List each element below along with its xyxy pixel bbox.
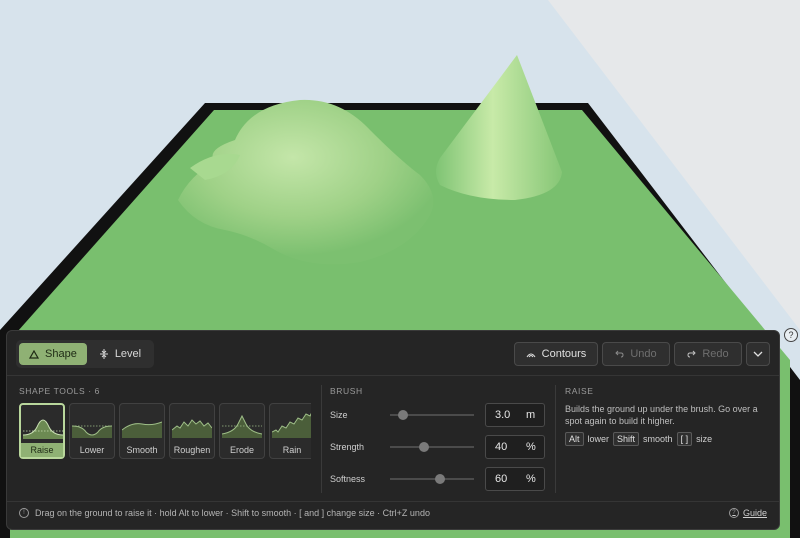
redo-button[interactable]: Redo bbox=[674, 342, 742, 366]
mode-level-label: Level bbox=[114, 348, 142, 360]
size-slider-thumb[interactable] bbox=[398, 410, 409, 420]
tool-lower-label: Lower bbox=[79, 445, 105, 455]
status-text: Drag on the ground to raise it · hold Al… bbox=[35, 508, 430, 518]
raise-icon bbox=[23, 419, 63, 439]
tool-roughen[interactable]: Roughen bbox=[169, 403, 215, 459]
shape-tools-title: SHAPE TOOLS · 6 bbox=[19, 386, 100, 396]
contours-button[interactable]: Contours bbox=[514, 342, 598, 366]
question-icon: ? bbox=[728, 508, 739, 518]
strength-value: 40 bbox=[495, 441, 508, 453]
status-bar: ! Drag on the ground to raise it · hold … bbox=[19, 508, 430, 518]
strength-label: Strength bbox=[330, 442, 365, 452]
key-alt: Alt bbox=[565, 432, 584, 446]
section-divider bbox=[555, 385, 556, 493]
lower-icon bbox=[72, 425, 112, 438]
strength-unit: % bbox=[526, 441, 536, 453]
strength-row: Strength 40% bbox=[330, 435, 545, 459]
roughen-icon bbox=[172, 419, 212, 438]
mode-switcher: Shape Level bbox=[16, 340, 155, 368]
tool-smooth[interactable]: Smooth bbox=[119, 403, 165, 459]
triangle-icon bbox=[29, 349, 39, 359]
size-field[interactable]: 3.0 m bbox=[485, 403, 545, 427]
softness-field[interactable]: 60% bbox=[485, 467, 545, 491]
strength-slider-thumb[interactable] bbox=[418, 442, 429, 452]
softness-unit: % bbox=[526, 473, 536, 485]
key-brackets: [ ] bbox=[676, 432, 693, 446]
info-icon: ! bbox=[19, 508, 29, 518]
key-shift: Shift bbox=[613, 432, 640, 446]
strength-field[interactable]: 40% bbox=[485, 435, 545, 459]
shortcut-hints: Alt lower Shift smooth [ ] size bbox=[565, 432, 712, 446]
softness-row: Softness 60% bbox=[330, 467, 545, 491]
help-icon[interactable]: ? bbox=[784, 328, 798, 342]
shape-tools-list: Raise Lower Smooth Roughen Erode Rain bbox=[19, 403, 311, 459]
tool-rain[interactable]: Rain bbox=[269, 403, 311, 459]
tool-raise[interactable]: Raise bbox=[19, 403, 65, 459]
tool-smooth-label: Smooth bbox=[126, 445, 158, 455]
size-unit: m bbox=[526, 409, 536, 421]
undo-button[interactable]: Undo bbox=[602, 342, 670, 366]
undo-label: Undo bbox=[630, 348, 657, 360]
size-label: Size bbox=[330, 410, 348, 420]
size-slider[interactable] bbox=[390, 410, 474, 420]
more-button[interactable] bbox=[746, 342, 770, 366]
divider bbox=[7, 501, 779, 502]
softness-label: Softness bbox=[330, 474, 366, 484]
softness-slider-thumb[interactable] bbox=[435, 474, 446, 484]
tool-raise-label: Raise bbox=[21, 443, 63, 457]
redo-label: Redo bbox=[702, 348, 729, 360]
brush-title: BRUSH bbox=[330, 386, 363, 396]
softness-value: 60 bbox=[495, 473, 508, 485]
guide-label: Guide bbox=[742, 508, 767, 518]
divider bbox=[7, 375, 779, 376]
mode-shape[interactable]: Shape bbox=[19, 343, 87, 365]
smooth-icon bbox=[122, 421, 162, 438]
tool-roughen-label: Roughen bbox=[173, 445, 211, 455]
sculpt-panel: Shape Level Contours Undo Redo SHAPE TOO… bbox=[6, 330, 780, 530]
contours-label: Contours bbox=[541, 348, 587, 360]
tool-erode-label: Erode bbox=[229, 445, 255, 455]
size-value: 3.0 bbox=[495, 409, 511, 421]
mode-shape-label: Shape bbox=[45, 348, 77, 360]
undo-icon bbox=[615, 350, 624, 358]
redo-icon bbox=[687, 350, 697, 358]
raise-title: RAISE bbox=[565, 386, 594, 396]
softness-slider[interactable] bbox=[390, 474, 474, 484]
size-row: Size 3.0 m bbox=[330, 403, 545, 427]
contours-icon bbox=[526, 353, 536, 357]
guide-link[interactable]: ? Guide bbox=[728, 508, 767, 518]
strength-slider[interactable] bbox=[390, 442, 474, 452]
key-brackets-desc: size bbox=[696, 434, 713, 444]
raise-description: Builds the ground up under the brush. Go… bbox=[565, 404, 758, 426]
mode-level[interactable]: Level bbox=[89, 343, 151, 365]
erode-icon bbox=[222, 414, 262, 438]
chevron-down-icon bbox=[753, 351, 763, 357]
rain-icon bbox=[272, 412, 311, 438]
tool-lower[interactable]: Lower bbox=[69, 403, 115, 459]
section-divider bbox=[321, 385, 322, 493]
tool-rain-label: Rain bbox=[282, 445, 302, 455]
key-alt-desc: lower bbox=[587, 434, 610, 444]
key-shift-desc: smooth bbox=[643, 434, 673, 444]
level-icon bbox=[99, 349, 108, 359]
tool-erode[interactable]: Erode bbox=[219, 403, 265, 459]
